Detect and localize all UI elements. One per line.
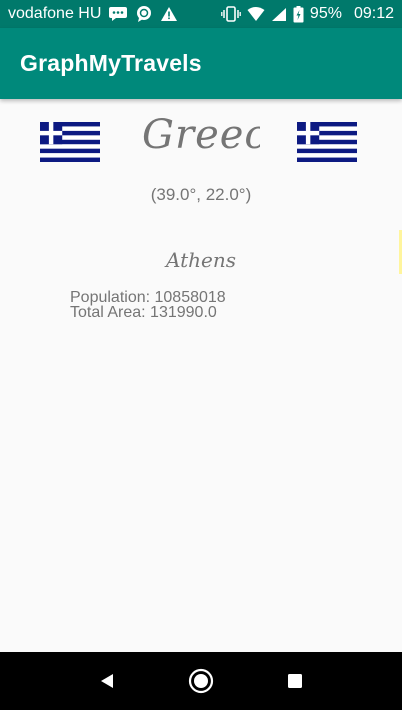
recents-button[interactable] (275, 661, 315, 701)
app-bar: GraphMyTravels (0, 28, 402, 99)
chat-bubble-icon (135, 5, 153, 23)
country-name: Greece (142, 112, 260, 158)
app-title: GraphMyTravels (20, 50, 202, 76)
clock: 09:12 (353, 5, 394, 22)
home-button[interactable] (181, 661, 221, 701)
recents-square-icon (288, 674, 302, 688)
vibrate-icon (221, 6, 241, 22)
capital-name: Athens (166, 248, 236, 272)
carrier-label: vodafone HU (8, 5, 102, 22)
battery-icon (293, 5, 304, 23)
status-bar: vodafone HU 95% 09:12 (0, 0, 402, 28)
greece-flag-right (297, 122, 357, 162)
total-area-label: Total Area: 131990.0 (70, 304, 217, 321)
coordinates: (39.0°, 22.0°) (150, 185, 252, 204)
battery-percent: 95% (309, 5, 342, 22)
navigation-bar (0, 652, 402, 710)
back-button[interactable] (87, 661, 127, 701)
back-triangle-icon (101, 674, 113, 688)
home-circle-icon (188, 668, 214, 694)
greece-flag-left (40, 122, 100, 162)
wifi-icon (247, 6, 265, 22)
population-label: Population: 10858018 (70, 289, 226, 306)
signal-icon (271, 7, 287, 22)
message-icon (108, 6, 128, 22)
country-stats: Population: 10858018 Total Area: 131990.… (70, 289, 226, 321)
warning-icon (160, 6, 178, 22)
